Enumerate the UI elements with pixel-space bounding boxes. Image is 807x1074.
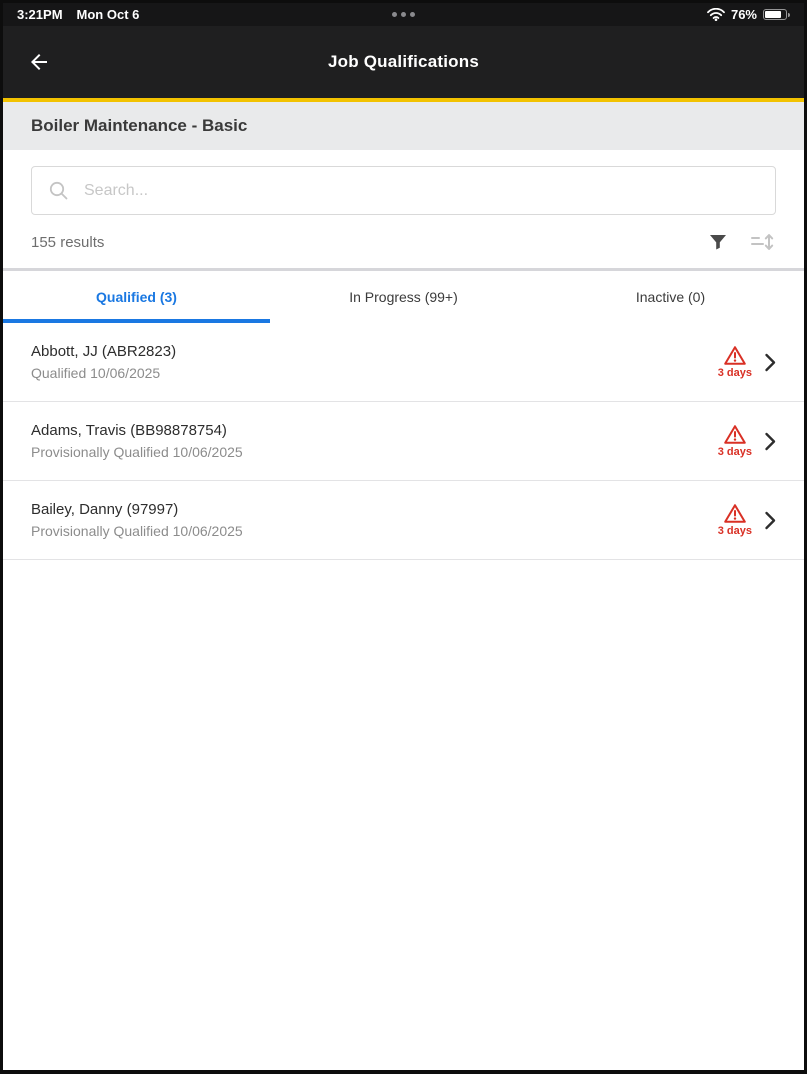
days-remaining-badge: 3 days xyxy=(718,367,752,379)
tab-in-progress[interactable]: In Progress (99+) xyxy=(270,271,537,323)
app-window: 3:21PM Mon Oct 6 76% Job Qu xyxy=(0,0,807,1074)
results-row: 155 results xyxy=(31,215,776,268)
back-button[interactable] xyxy=(21,44,57,80)
section-header: Boiler Maintenance - Basic xyxy=(3,102,804,150)
expiry-alert: 3 days xyxy=(718,345,752,379)
list-item-abbott[interactable]: Abbott, JJ (ABR2823) Qualified 10/06/202… xyxy=(3,323,804,402)
tab-inactive[interactable]: Inactive (0) xyxy=(537,271,804,323)
nav-bar: Job Qualifications xyxy=(3,26,804,102)
qualification-status: Qualified 10/06/2025 xyxy=(31,365,176,381)
warning-icon xyxy=(723,345,747,366)
wifi-icon xyxy=(707,8,725,21)
person-name: Abbott, JJ (ABR2823) xyxy=(31,343,176,360)
list-item-adams[interactable]: Adams, Travis (BB98878754) Provisionally… xyxy=(3,402,804,481)
person-name: Bailey, Danny (97997) xyxy=(31,501,243,518)
warning-icon xyxy=(723,503,747,524)
tab-qualified[interactable]: Qualified (3) xyxy=(3,271,270,323)
expiry-alert: 3 days xyxy=(718,424,752,458)
list-item-bailey[interactable]: Bailey, Danny (97997) Provisionally Qual… xyxy=(3,481,804,560)
chevron-right-icon xyxy=(764,353,776,372)
warning-icon xyxy=(723,424,747,445)
status-date: Mon Oct 6 xyxy=(77,7,140,22)
filter-button[interactable] xyxy=(708,232,728,252)
status-time: 3:21PM xyxy=(17,7,63,22)
status-bar: 3:21PM Mon Oct 6 76% xyxy=(3,3,804,26)
expiry-alert: 3 days xyxy=(718,503,752,537)
search-input[interactable] xyxy=(84,182,759,200)
section-title: Boiler Maintenance - Basic xyxy=(31,116,247,136)
empty-space xyxy=(3,560,804,1070)
qualification-status: Provisionally Qualified 10/06/2025 xyxy=(31,523,243,539)
results-count: 155 results xyxy=(31,234,104,251)
days-remaining-badge: 3 days xyxy=(718,446,752,458)
arrow-left-icon xyxy=(27,50,51,74)
person-name: Adams, Travis (BB98878754) xyxy=(31,422,243,439)
sort-button[interactable] xyxy=(750,232,776,252)
search-area: 155 results xyxy=(3,150,804,268)
search-icon xyxy=(48,180,70,202)
battery-percent: 76% xyxy=(731,7,757,22)
sort-icon xyxy=(750,232,776,252)
chevron-right-icon xyxy=(764,432,776,451)
days-remaining-badge: 3 days xyxy=(718,525,752,537)
filter-funnel-icon xyxy=(708,232,728,252)
qualification-list: Abbott, JJ (ABR2823) Qualified 10/06/202… xyxy=(3,323,804,1070)
search-box[interactable] xyxy=(31,166,776,215)
tab-bar: Qualified (3) In Progress (99+) Inactive… xyxy=(3,271,804,323)
qualification-status: Provisionally Qualified 10/06/2025 xyxy=(31,444,243,460)
battery-icon xyxy=(763,9,790,20)
chevron-right-icon xyxy=(764,511,776,530)
page-title: Job Qualifications xyxy=(3,52,804,72)
